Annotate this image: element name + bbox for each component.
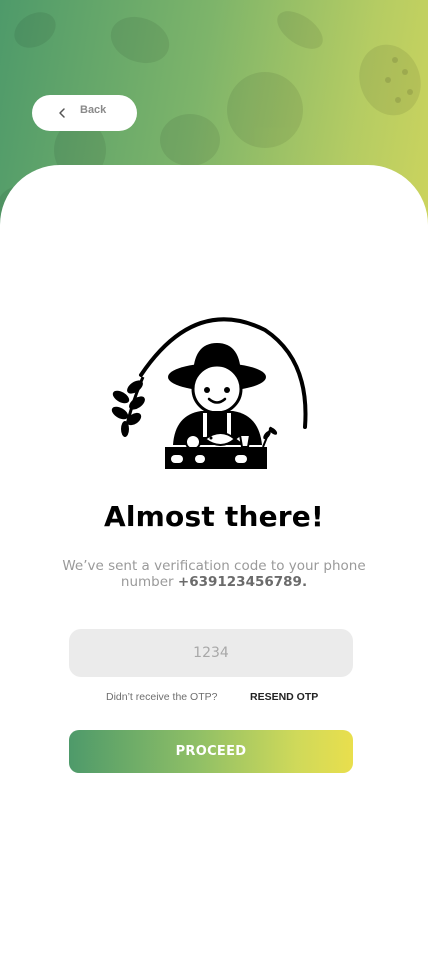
chevron-left-icon — [59, 108, 65, 118]
phone-number: +639123456789. — [177, 574, 308, 590]
farmer-icon — [111, 317, 308, 469]
resend-row: Didn’t receive the OTP? RESEND OTP — [0, 691, 428, 707]
otp-input[interactable] — [69, 629, 353, 677]
verification-message: We’ve sent a verification code to your p… — [60, 558, 368, 590]
page-title: Almost there! — [104, 500, 324, 533]
resend-question: Didn’t receive the OTP? — [106, 691, 218, 703]
resend-otp-link[interactable]: RESEND OTP — [250, 691, 318, 703]
back-label: Back — [80, 104, 107, 116]
proceed-button[interactable]: PROCEED — [69, 730, 353, 773]
back-button[interactable]: Back — [32, 95, 137, 131]
